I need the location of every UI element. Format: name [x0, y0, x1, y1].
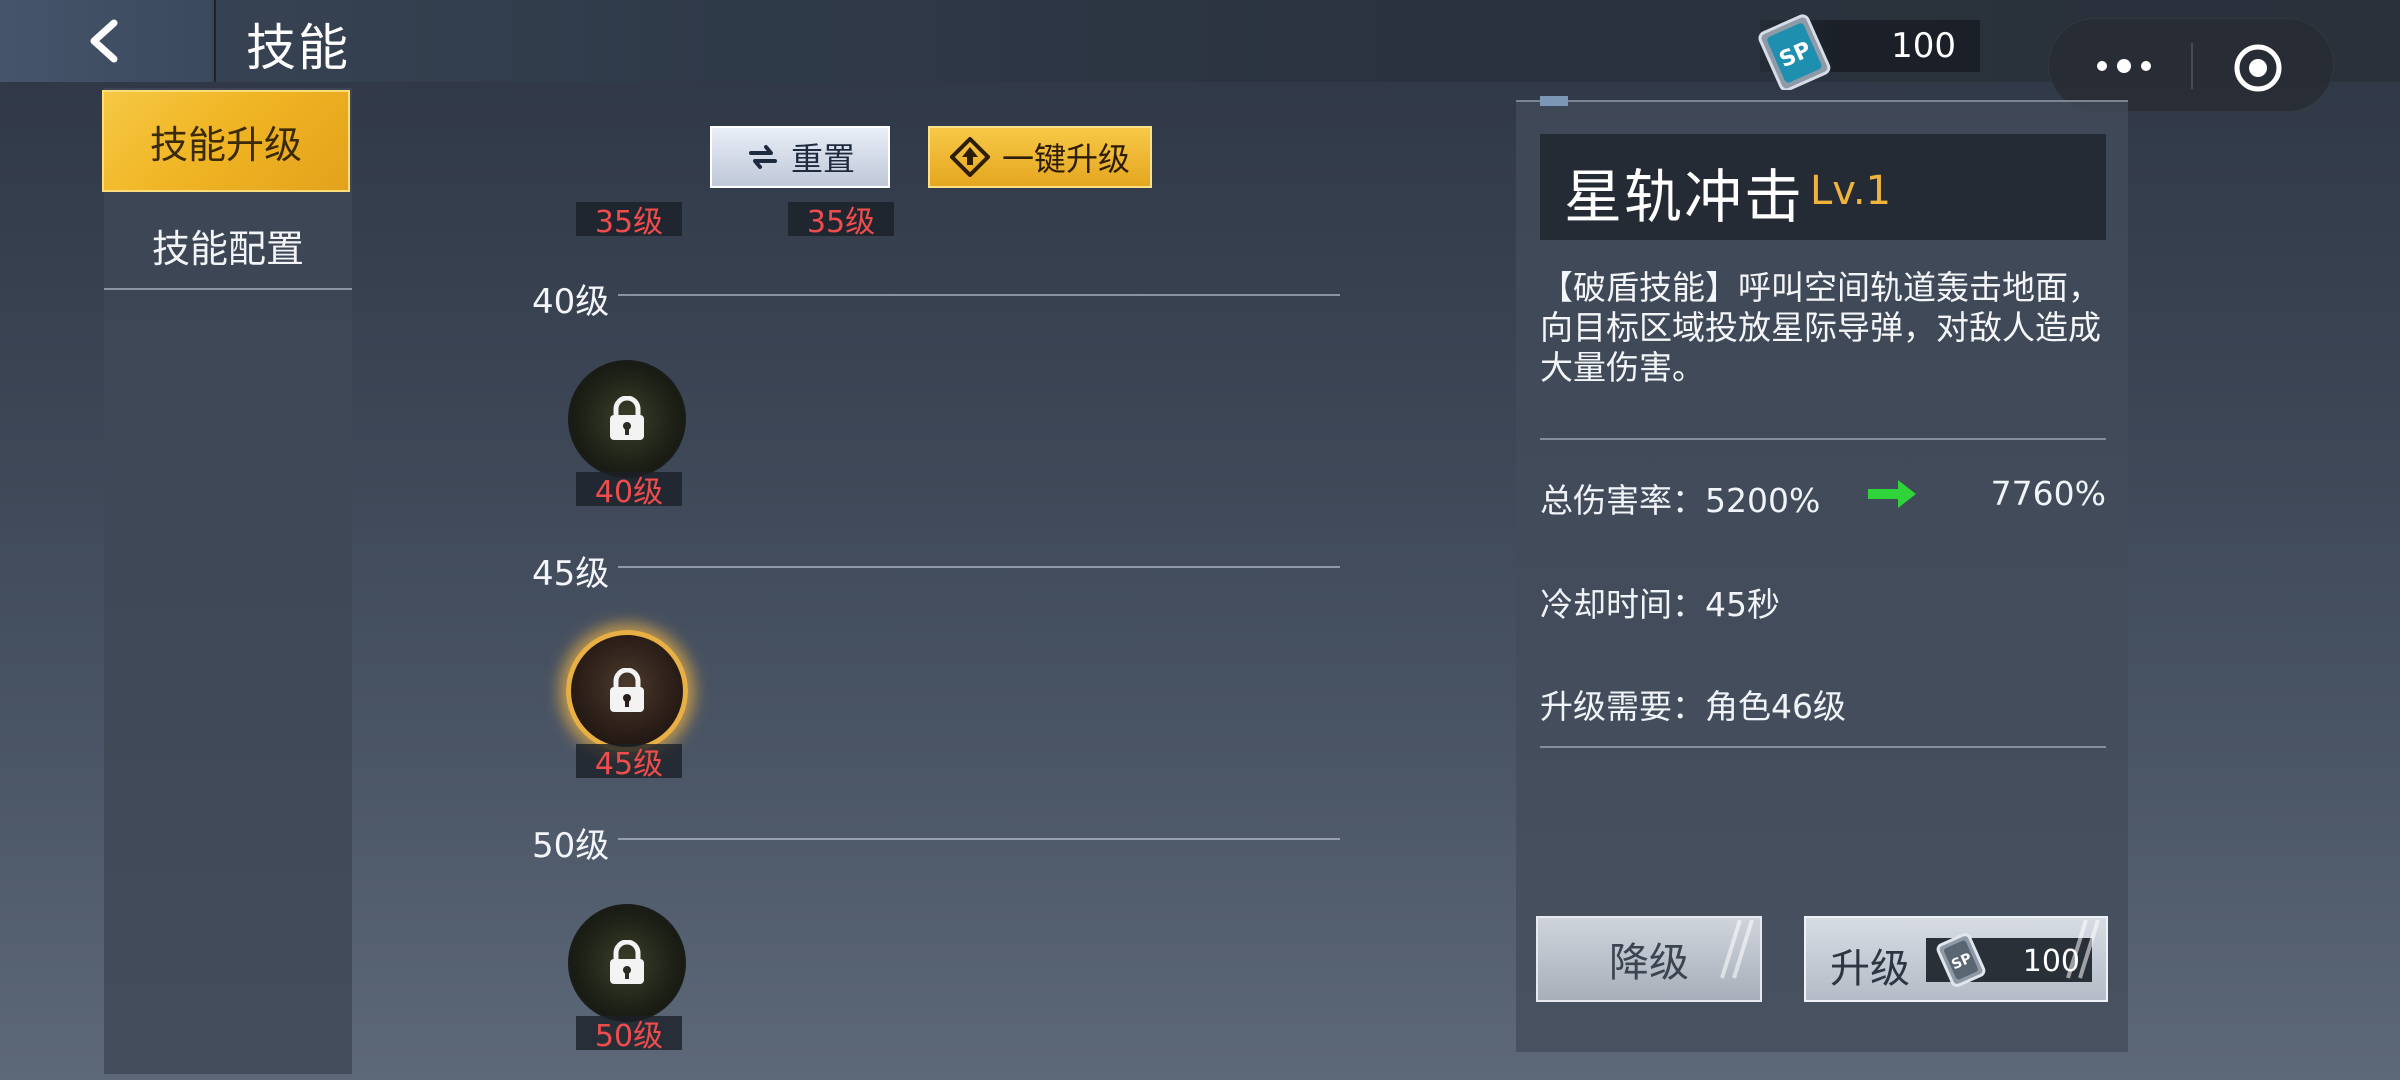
tier-divider	[618, 838, 1340, 840]
tab-skill-config[interactable]: 技能配置	[104, 200, 352, 290]
sp-card-icon: SP	[1752, 14, 1836, 94]
one-click-upgrade-label: 一键升级	[1001, 140, 1130, 178]
right-arrow-icon	[1868, 480, 1916, 508]
panel-marker	[1540, 96, 1568, 106]
downgrade-button[interactable]: 降级	[1536, 916, 1762, 1002]
back-button[interactable]	[0, 0, 212, 82]
tier-divider	[618, 294, 1340, 296]
skill-title-box: 星轨冲击 Lv.1	[1540, 134, 2106, 240]
damage-rate-current: 总伤害率：5200%	[1540, 481, 1821, 520]
tier-label-50: 50级	[532, 826, 610, 866]
refresh-icon	[748, 145, 777, 169]
sp-card-icon: SP	[1936, 933, 1986, 987]
skill-node-level-tag: 50级	[576, 1016, 682, 1054]
sp-currency-value: 100	[1891, 26, 1956, 66]
tier-label-40: 40级	[532, 282, 610, 322]
one-click-upgrade-button[interactable]: 一键升级	[928, 126, 1152, 188]
lock-icon	[610, 396, 644, 440]
lock-icon	[610, 668, 644, 712]
upgrade-requirement: 升级需要：角色46级	[1540, 687, 1846, 726]
skill-description: 【破盾技能】呼叫空间轨道轰击地面，向目标区域投放星际导弹，对敌人造成大量伤害。	[1540, 268, 2101, 387]
upgrade-diamond-icon	[949, 137, 990, 177]
skill-node-45[interactable]	[566, 630, 688, 752]
reset-button-label: 重置	[790, 140, 855, 178]
header-divider	[214, 0, 216, 82]
header-bar	[0, 0, 2400, 82]
stripes-decoration	[1720, 920, 1754, 979]
skill-node-50[interactable]	[568, 904, 686, 1022]
skill-name: 星轨冲击	[1564, 163, 1805, 231]
page-title: 技能	[246, 19, 350, 77]
lock-icon	[610, 940, 644, 984]
level-tag: 35级	[576, 202, 682, 240]
skill-node-level-tag: 45级	[576, 744, 682, 782]
detail-divider	[1540, 746, 2106, 748]
detail-divider	[1540, 438, 2106, 440]
tab-skill-upgrade[interactable]: 技能升级	[102, 90, 350, 192]
level-tag: 35级	[788, 202, 894, 240]
mini-program-capsule	[2048, 18, 2334, 112]
tier-divider	[618, 566, 1340, 568]
stripes-decoration	[2066, 920, 2100, 979]
cooldown-stat: 冷却时间：45秒	[1540, 585, 1780, 624]
downgrade-label: 降级	[1609, 940, 1689, 986]
upgrade-button[interactable]: 升级 100 SP	[1804, 916, 2108, 1002]
sidebar-divider	[104, 288, 352, 290]
skill-detail-panel	[1516, 100, 2128, 1052]
upgrade-label: 升级	[1830, 946, 1910, 992]
more-dots-icon[interactable]	[2089, 49, 2159, 83]
skill-node-40[interactable]	[568, 360, 686, 478]
reset-button[interactable]: 重置	[710, 126, 890, 188]
chevron-left-icon	[90, 19, 118, 63]
skill-level: Lv.1	[1810, 168, 1892, 214]
damage-rate-next: 7760%	[1990, 474, 2106, 513]
capsule-separator	[2191, 43, 2193, 89]
target-circle-icon[interactable]	[2233, 43, 2283, 93]
tier-label-45: 45级	[532, 554, 610, 594]
skill-node-level-tag: 40级	[576, 472, 682, 510]
